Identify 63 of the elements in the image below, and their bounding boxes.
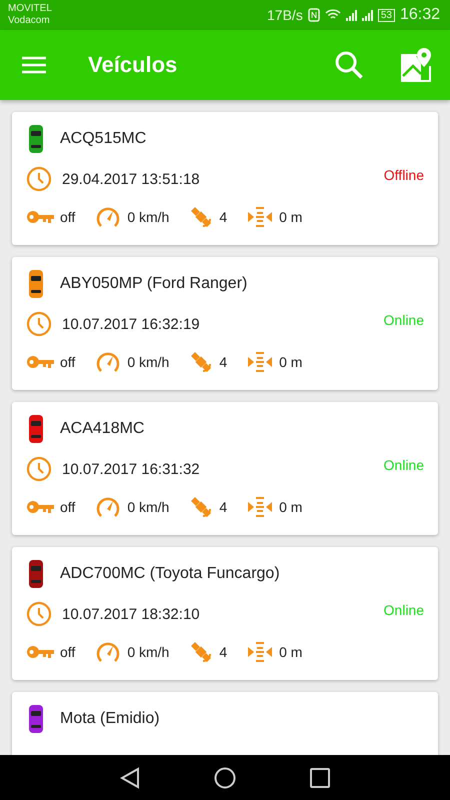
- network-speed: 17B/s: [267, 7, 303, 23]
- satellite-icon: [189, 205, 214, 229]
- vehicle-name: Mota (Emidio): [60, 710, 160, 728]
- connection-status: Online: [384, 602, 424, 618]
- satellite-count: 4: [219, 644, 228, 660]
- speed-value: 0 km/h: [127, 499, 170, 515]
- ignition-state: off: [60, 354, 76, 370]
- vehicle-card[interactable]: Mota (Emidio): [12, 692, 438, 755]
- signal-icon: [346, 10, 357, 20]
- vehicle-name: ACQ515MC: [60, 130, 146, 148]
- clock-icon: [26, 166, 52, 192]
- satellite-count: 4: [219, 354, 228, 370]
- clock-icon: [26, 456, 52, 482]
- vehicle-name: ABY050MP (Ford Ranger): [60, 275, 248, 293]
- key-icon: [26, 645, 54, 659]
- distance-value: 0 m: [279, 354, 302, 370]
- timestamp: 10.07.2017 16:32:19: [62, 316, 200, 332]
- satellite-icon: [189, 350, 214, 374]
- nfc-icon: [308, 8, 320, 22]
- connection-status: Online: [384, 457, 424, 473]
- satellite-count: 4: [219, 209, 228, 225]
- recents-icon[interactable]: [310, 768, 330, 788]
- speed-value: 0 km/h: [127, 209, 170, 225]
- vehicle-name: ACA418MC: [60, 420, 144, 438]
- screen-title: Veículos: [88, 52, 178, 78]
- speed-value: 0 km/h: [127, 644, 170, 660]
- timestamp: 10.07.2017 16:31:32: [62, 460, 200, 478]
- distance-icon: [247, 641, 274, 663]
- timestamp: 29.04.2017 13:51:18: [62, 170, 200, 188]
- speed-value: 0 km/h: [127, 354, 170, 370]
- vehicle-card[interactable]: ACQ515MC 29.04.2017 13:51:18 Offline off 0 km/h 4 0 m: [12, 112, 438, 245]
- carrier-name: Vodacom: [8, 15, 51, 27]
- vehicle-card[interactable]: ACA418MC 10.07.2017 16:31:32 Online off 0 km/h 4 0 m: [12, 402, 438, 535]
- timestamp: 10.07.2017 18:32:10: [62, 606, 200, 622]
- key-icon: [26, 355, 54, 369]
- ignition-state: off: [60, 209, 76, 225]
- distance-icon: [247, 206, 274, 228]
- ignition-state: off: [60, 644, 76, 660]
- vehicle-name: ADC700MC (Toyota Funcargo): [60, 565, 280, 583]
- key-icon: [26, 500, 54, 514]
- ignition-state: off: [60, 499, 76, 515]
- distance-icon: [247, 351, 274, 373]
- wifi-icon: [324, 9, 341, 21]
- back-icon[interactable]: [120, 766, 140, 788]
- connection-status: Online: [384, 312, 424, 328]
- satellite-count: 4: [219, 499, 228, 515]
- home-icon[interactable]: [214, 766, 236, 788]
- battery-level: 53: [378, 8, 395, 22]
- connection-status: Offline: [384, 167, 424, 183]
- distance-value: 0 m: [279, 644, 302, 660]
- distance-value: 0 m: [279, 209, 302, 225]
- distance-icon: [247, 496, 274, 518]
- satellite-icon: [189, 495, 214, 519]
- distance-value: 0 m: [279, 499, 302, 515]
- signal-icon: [362, 10, 373, 20]
- vehicle-card[interactable]: ADC700MC (Toyota Funcargo) 10.07.2017 18:32:10 Online off 0 km/h 4 0 m: [12, 547, 438, 680]
- carrier-name: MOVITEL: [8, 3, 52, 15]
- clock-icon: [26, 311, 52, 337]
- satellite-icon: [189, 640, 214, 664]
- key-icon: [26, 210, 54, 224]
- vehicle-card[interactable]: ABY050MP (Ford Ranger) 10.07.2017 16:32:19 Online off 0 km/h 4 0 m: [12, 257, 438, 390]
- clock: 16:32: [400, 6, 440, 24]
- clock-icon: [26, 601, 52, 627]
